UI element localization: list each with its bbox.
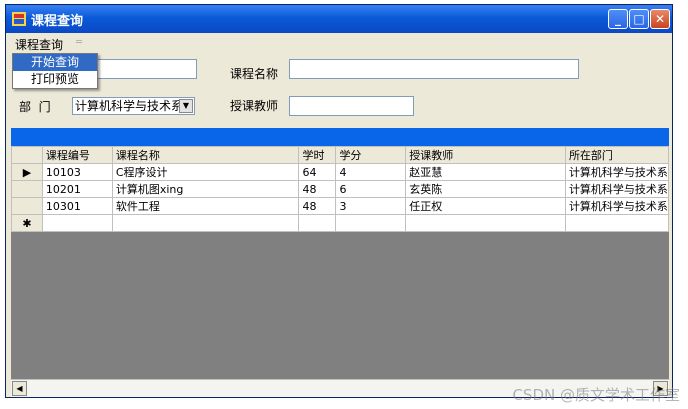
cell-id[interactable]: 10301 — [41, 197, 113, 215]
dept-select[interactable]: 计算机科学与技术系 ▼ — [72, 97, 195, 115]
course-name-field[interactable] — [289, 59, 579, 79]
cell-id[interactable]: 10201 — [41, 180, 113, 198]
col-header-name[interactable]: 课程名称 — [111, 146, 300, 164]
dept-label: 部 门 — [19, 100, 51, 114]
cell-dept[interactable]: 计算机科学与技术系 — [564, 197, 670, 215]
cell-name[interactable]: 软件工程 — [111, 197, 300, 215]
new-row-icon: ✱ — [11, 214, 43, 232]
close-button[interactable]: ✕ — [650, 9, 670, 29]
cell-hours[interactable]: 48 — [298, 180, 337, 198]
chevron-down-icon[interactable]: ▼ — [179, 99, 193, 113]
cell-teacher[interactable]: 任正权 — [405, 197, 566, 215]
col-header-id[interactable]: 课程编号 — [41, 146, 113, 164]
cell-credits[interactable] — [335, 214, 407, 232]
scroll-left-icon[interactable]: ◀ — [12, 381, 27, 396]
menu-dropdown: 开始查询 打印预览 — [12, 53, 98, 89]
course-query-window: 课程查询 _ □ ✕ 课程查询 ═ 课程名称 部 门 计算机科学与技术系 ▼ 授… — [5, 4, 673, 398]
row-header[interactable] — [11, 180, 43, 198]
minimize-button[interactable]: _ — [608, 9, 628, 29]
course-table: 课程编号 课程名称 学时 学分 授课教师 所在部门 ▶ 10103 C程序设计 … — [11, 146, 670, 232]
menu-print-preview[interactable]: 打印预览 — [13, 71, 97, 88]
results-header-band — [11, 128, 669, 146]
cell-dept[interactable] — [564, 214, 670, 232]
teacher-label: 授课教师 — [230, 99, 279, 113]
app-icon — [12, 12, 26, 26]
col-header-credits[interactable]: 学分 — [335, 146, 407, 164]
col-header-dept[interactable]: 所在部门 — [564, 146, 670, 164]
table-row[interactable]: 10201 计算机图xing 48 6 玄英陈 计算机科学与技术系 — [11, 180, 670, 198]
title-bar[interactable]: 课程查询 _ □ ✕ — [6, 5, 672, 33]
row-header-corner — [11, 146, 43, 164]
menu-bar: 课程查询 ═ — [6, 33, 672, 53]
menu-course-query[interactable]: 课程查询 — [11, 35, 67, 54]
menu-overflow-icon: ═ — [76, 37, 83, 48]
cell-hours[interactable]: 48 — [298, 197, 337, 215]
current-row-icon: ▶ — [11, 163, 43, 181]
cell-credits[interactable]: 4 — [335, 163, 407, 181]
menu-start-query[interactable]: 开始查询 — [13, 54, 97, 71]
table-row[interactable]: ▶ 10103 C程序设计 64 4 赵亚慧 计算机科学与技术系 — [11, 163, 670, 181]
new-table-row[interactable]: ✱ — [11, 214, 670, 232]
window-title: 课程查询 — [31, 14, 84, 29]
course-data-grid[interactable]: 课程编号 课程名称 学时 学分 授课教师 所在部门 ▶ 10103 C程序设计 … — [11, 146, 670, 379]
cell-name[interactable] — [111, 214, 300, 232]
cell-hours[interactable]: 64 — [298, 163, 337, 181]
table-row[interactable]: 10301 软件工程 48 3 任正权 计算机科学与技术系 — [11, 197, 670, 215]
cell-teacher[interactable] — [405, 214, 566, 232]
cell-dept[interactable]: 计算机科学与技术系 — [564, 163, 670, 181]
col-header-teacher[interactable]: 授课教师 — [405, 146, 566, 164]
cell-dept[interactable]: 计算机科学与技术系 — [564, 180, 670, 198]
col-header-hours[interactable]: 学时 — [298, 146, 337, 164]
cell-id[interactable] — [41, 214, 113, 232]
cell-teacher[interactable]: 赵亚慧 — [405, 163, 566, 181]
cell-name[interactable]: C程序设计 — [111, 163, 300, 181]
teacher-field[interactable] — [289, 96, 414, 116]
course-name-label: 课程名称 — [230, 67, 279, 81]
cell-credits[interactable]: 3 — [335, 197, 407, 215]
cell-id[interactable]: 10103 — [41, 163, 113, 181]
cell-credits[interactable]: 6 — [335, 180, 407, 198]
cell-name[interactable]: 计算机图xing — [111, 180, 300, 198]
maximize-button[interactable]: □ — [629, 9, 649, 29]
table-header-row: 课程编号 课程名称 学时 学分 授课教师 所在部门 — [11, 146, 670, 164]
row-header[interactable] — [11, 197, 43, 215]
dept-select-value: 计算机科学与技术系 — [75, 99, 184, 113]
cell-teacher[interactable]: 玄英陈 — [405, 180, 566, 198]
cell-hours[interactable] — [298, 214, 337, 232]
course-id-field[interactable] — [96, 59, 197, 79]
watermark: CSDN @质文学术工作室 — [512, 386, 680, 404]
